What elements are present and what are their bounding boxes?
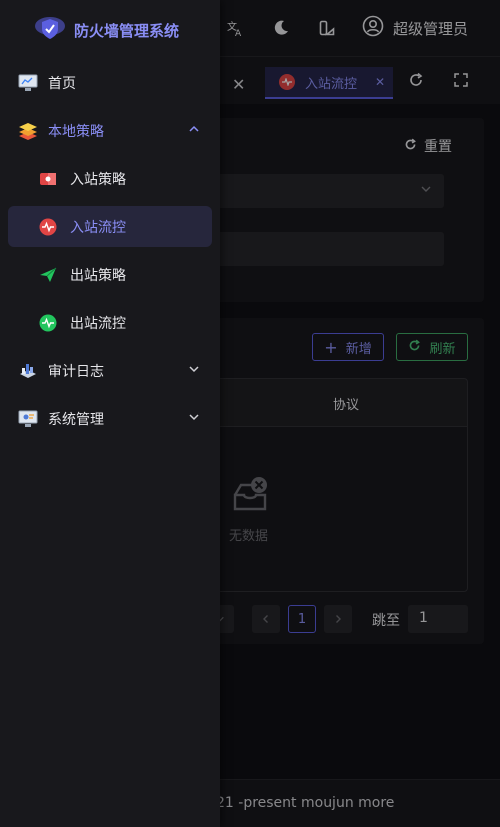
sidebar-item-home[interactable]: 首页 xyxy=(8,62,212,103)
sidebar-item-system-admin[interactable]: 系统管理 xyxy=(8,398,212,439)
system-admin-icon xyxy=(18,409,38,429)
sidebar-item-inbound-policy[interactable]: 入站策略 xyxy=(8,158,212,199)
sidebar-item-label: 首页 xyxy=(48,75,76,92)
sidebar-item-label: 出站流控 xyxy=(70,315,126,332)
chevron-up-icon xyxy=(188,123,200,139)
app-title: 防火墙管理系统 xyxy=(74,21,180,40)
layers-icon xyxy=(18,121,38,141)
sidebar-item-local-policy[interactable]: 本地策略 xyxy=(8,110,212,151)
outbound-flow-icon xyxy=(38,313,58,333)
sidebar-item-outbound-policy[interactable]: 出站策略 xyxy=(8,254,212,295)
sidebar-item-label: 入站策略 xyxy=(70,171,126,188)
sidebar-item-label: 系统管理 xyxy=(48,411,104,428)
sidebar-item-label: 入站流控 xyxy=(70,219,126,236)
sidebar-item-outbound-flow[interactable]: 出站流控 xyxy=(8,302,212,343)
home-monitor-icon xyxy=(18,73,38,93)
inbound-policy-icon xyxy=(38,169,58,189)
sidebar-item-label: 出站策略 xyxy=(70,267,126,284)
shield-logo-icon xyxy=(34,12,66,48)
sidebar-item-label: 审计日志 xyxy=(48,363,104,380)
sidebar: 防火墙管理系统 首页 本地策略 入站策略 入站流控 出站策略 出站流控 审计日志… xyxy=(0,0,220,827)
chevron-down-icon xyxy=(188,363,200,379)
chevron-down-icon xyxy=(188,411,200,427)
send-icon xyxy=(38,265,58,285)
sidebar-item-inbound-flow[interactable]: 入站流控 xyxy=(8,206,212,247)
inbound-flow-icon xyxy=(38,217,58,237)
app-logo[interactable]: 防火墙管理系统 xyxy=(34,12,179,48)
audit-log-icon xyxy=(18,361,38,381)
sidebar-item-label: 本地策略 xyxy=(48,123,104,140)
sidebar-item-audit-log[interactable]: 审计日志 xyxy=(8,350,212,391)
